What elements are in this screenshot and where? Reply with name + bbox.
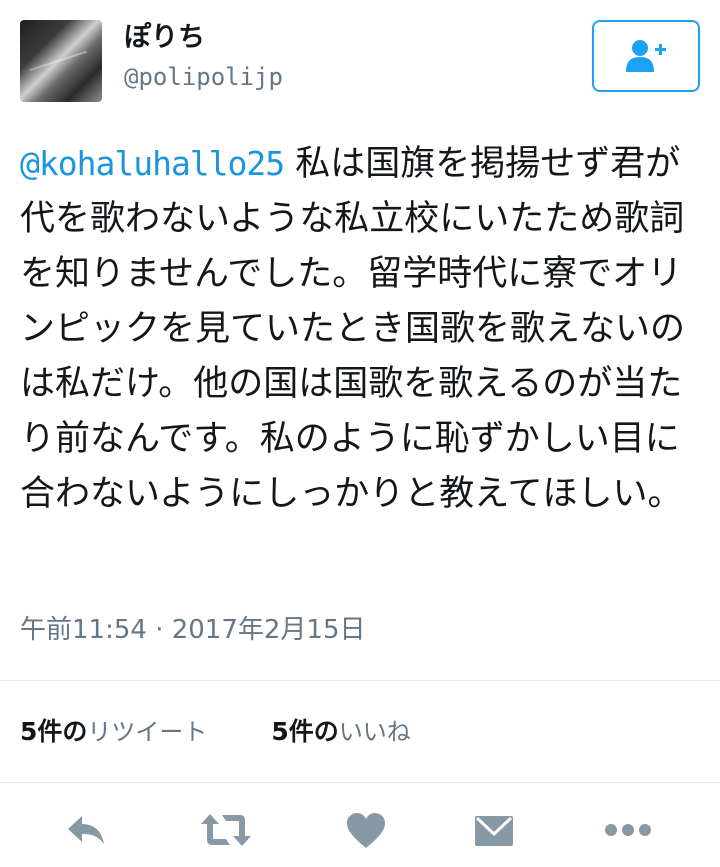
like-label: いいね (338, 718, 411, 746)
like-button[interactable] (338, 808, 394, 852)
like-count: 5件の (271, 717, 339, 746)
retweet-button[interactable] (198, 808, 254, 852)
display-name[interactable]: ぽりち (124, 20, 283, 56)
divider-bottom (0, 782, 720, 783)
add-user-icon (626, 40, 666, 72)
avatar[interactable] (20, 20, 102, 102)
message-button[interactable] (466, 808, 522, 852)
follow-button[interactable] (592, 20, 700, 92)
retweet-icon (201, 814, 251, 846)
tweet-stats: 5件の リツイート 5件の いいね (20, 714, 475, 750)
envelope-icon (475, 816, 513, 846)
user-name-block[interactable]: ぽりち @polipolijp (124, 20, 283, 94)
retweet-label: リツイート (87, 718, 208, 746)
tweet-body: 私は国旗を掲揚せず君が代を歌わないような私立校にいたため歌詞を知りませんでした。… (20, 144, 686, 514)
more-dots-icon (605, 824, 651, 836)
tweet-detail-view: ぽりち @polipolijp @kohaluhallo25 私は国旗を掲揚せず… (0, 0, 720, 867)
tweet-header: ぽりち @polipolijp (20, 20, 700, 108)
more-button[interactable] (600, 808, 656, 852)
like-stat[interactable]: 5件の いいね (271, 714, 410, 750)
tweet-actions (0, 800, 720, 867)
divider-top (0, 680, 720, 681)
tweet-text: @kohaluhallo25 私は国旗を掲揚せず君が代を歌わないような私立校にい… (20, 136, 710, 522)
user-handle[interactable]: @polipolijp (124, 60, 283, 94)
heart-icon (347, 813, 385, 848)
mention-link[interactable]: @kohaluhallo25 (20, 144, 285, 183)
retweet-count: 5件の (20, 717, 88, 746)
reply-arrow-icon (68, 816, 104, 844)
tweet-timestamp[interactable]: 午前11:54 · 2017年2月15日 (20, 612, 366, 648)
reply-button[interactable] (58, 808, 114, 852)
retweet-stat[interactable]: 5件の リツイート (20, 714, 207, 750)
